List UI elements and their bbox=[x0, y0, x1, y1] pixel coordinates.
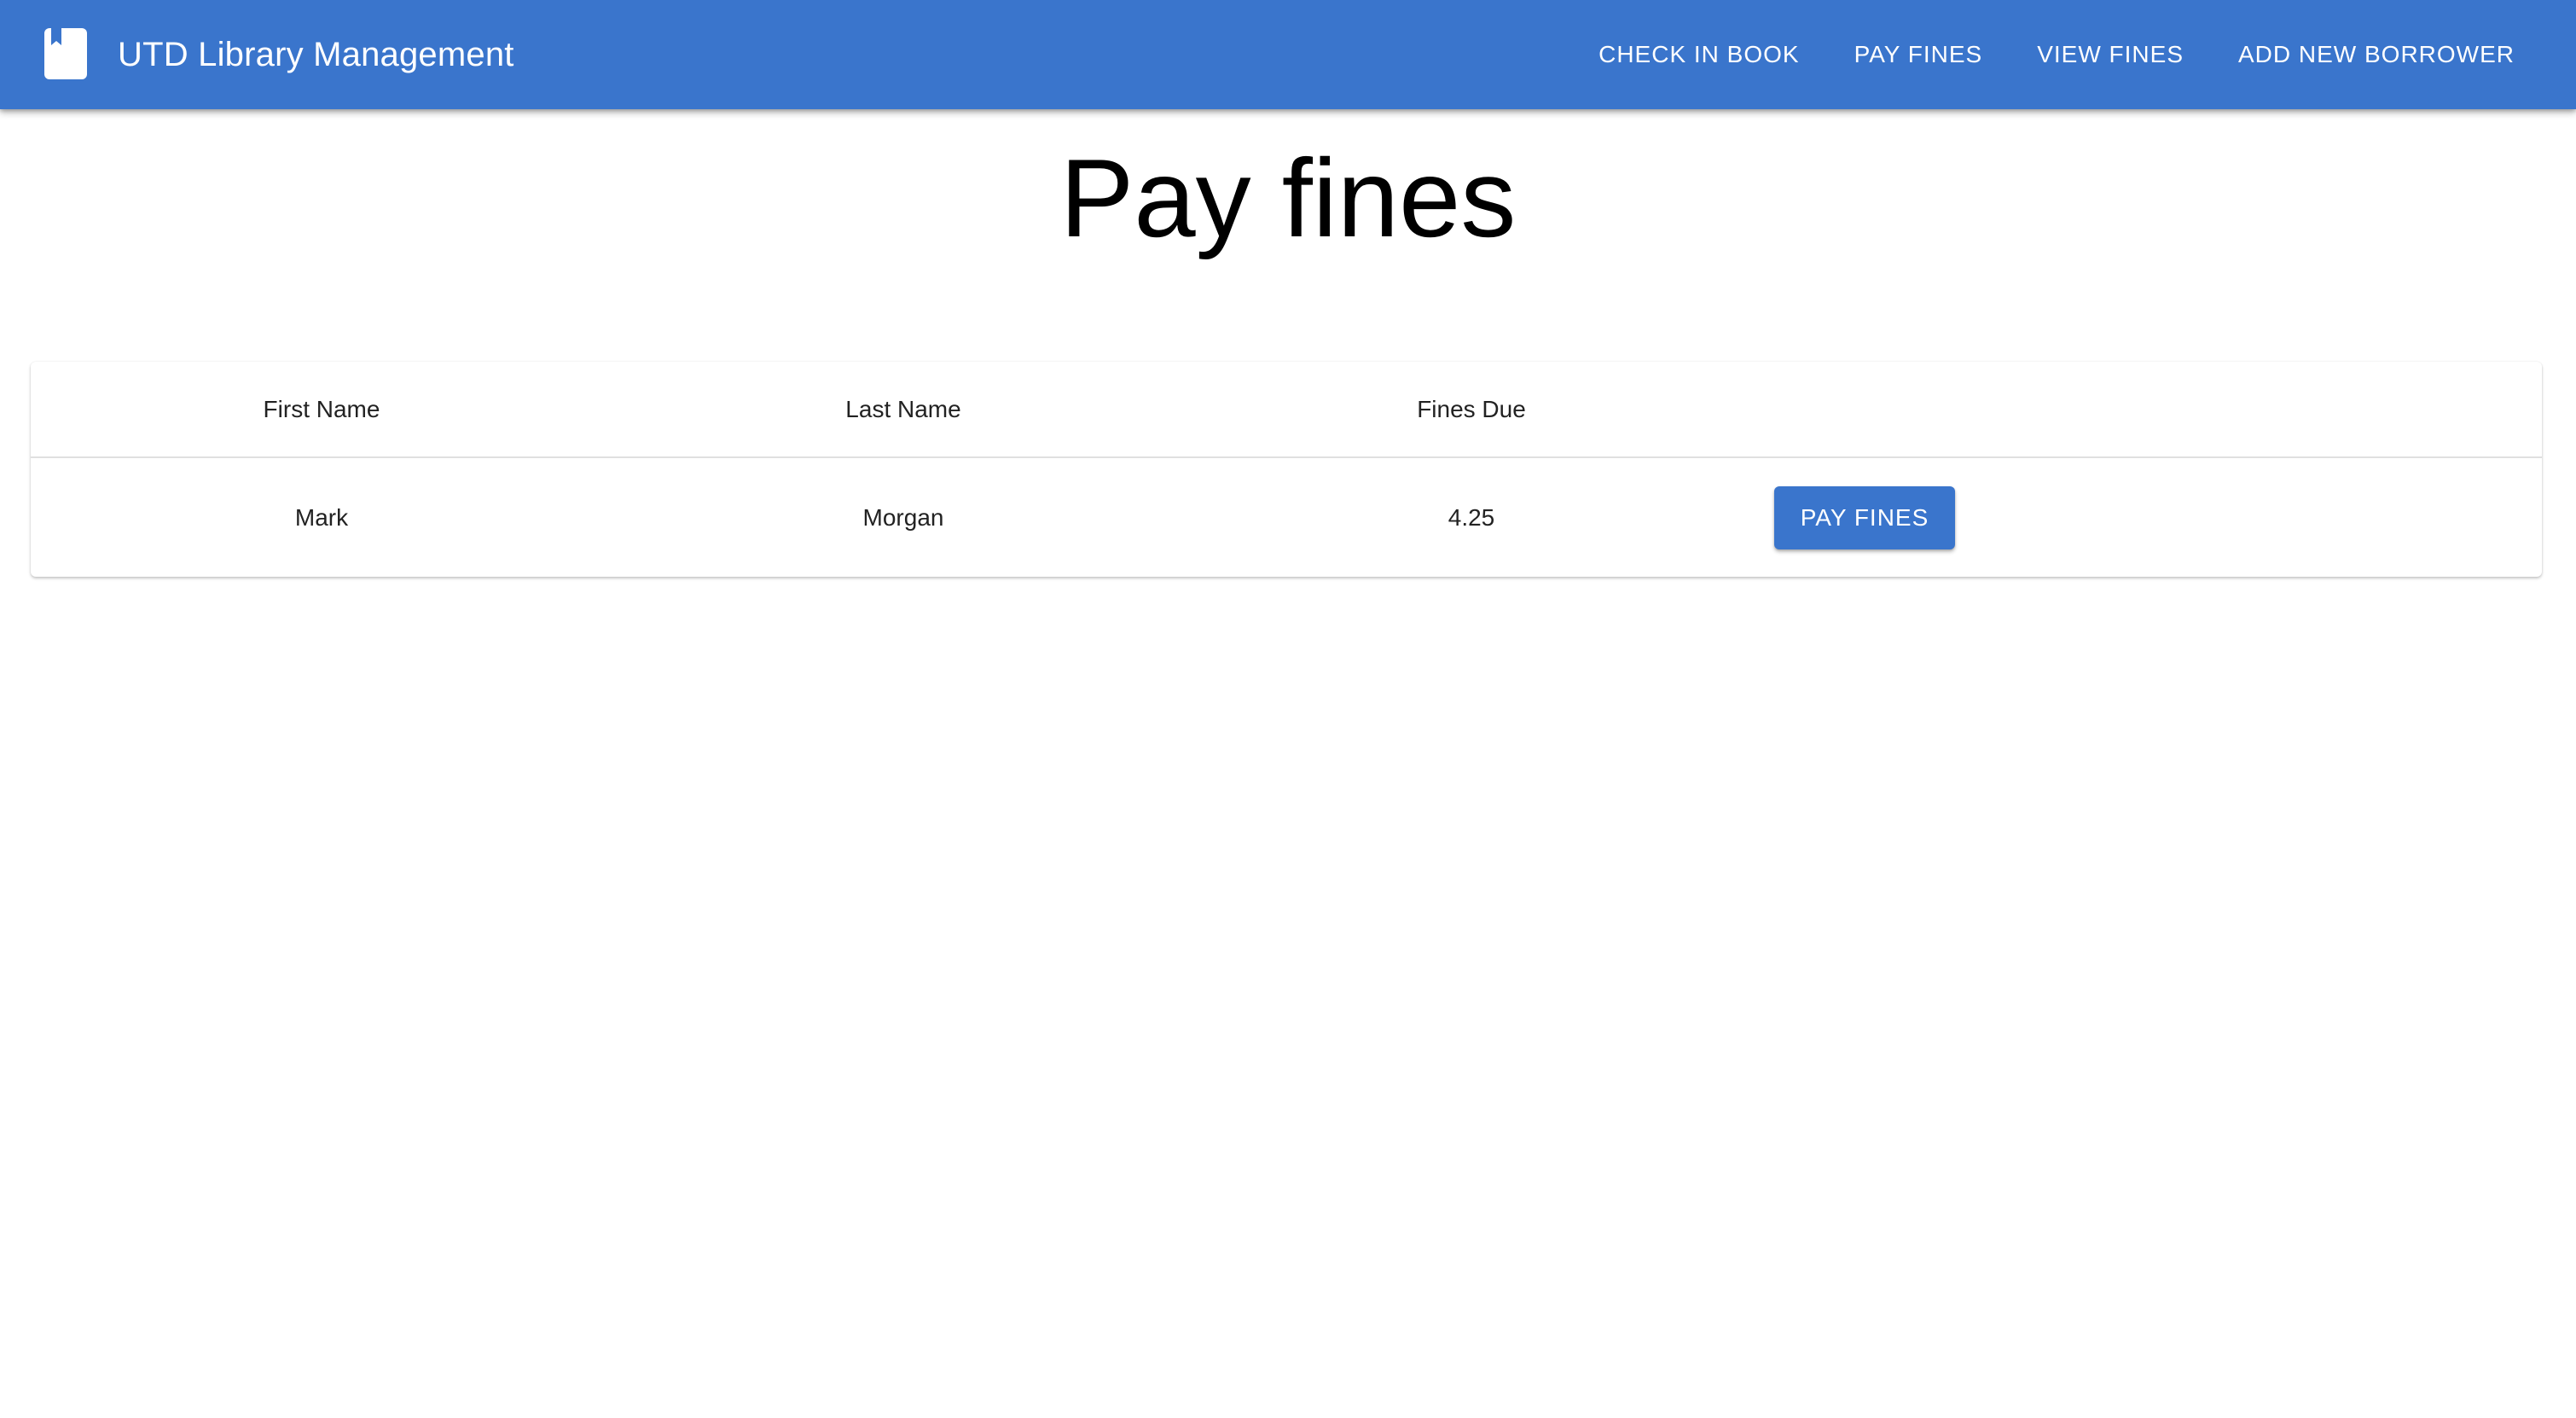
pay-fines-button[interactable]: PAY FINES bbox=[1774, 485, 1955, 549]
page-title: Pay fines bbox=[1059, 136, 1517, 260]
nav-pay-fines[interactable]: PAY FINES bbox=[1827, 24, 2010, 85]
fines-table: First Name Last Name Fines Due Mark Morg… bbox=[31, 362, 2542, 577]
cell-fines-due: 4.25 bbox=[1448, 503, 1495, 531]
table-row: Mark Morgan 4.25 PAY FINES bbox=[31, 457, 2542, 577]
table-header: First Name Last Name Fines Due bbox=[31, 362, 2542, 458]
table-body: Mark Morgan 4.25 PAY FINES bbox=[31, 457, 2542, 577]
book-icon bbox=[44, 28, 87, 79]
column-header-first-name: First Name bbox=[31, 362, 612, 458]
column-header-fines-due: Fines Due bbox=[1194, 362, 1749, 458]
cell-first-name: Mark bbox=[294, 503, 349, 531]
cell-action: PAY FINES bbox=[1749, 457, 2542, 577]
table-header-row: First Name Last Name Fines Due bbox=[31, 362, 2542, 458]
cell-last-name: Morgan bbox=[862, 503, 944, 531]
nav-check-in-book[interactable]: CHECK IN BOOK bbox=[1571, 24, 1826, 85]
nav-add-new-borrower[interactable]: ADD NEW BORROWER bbox=[2211, 24, 2542, 85]
app-bar: UTD Library Management CHECK IN BOOK PAY… bbox=[0, 0, 2576, 109]
top-nav: CHECK IN BOOK PAY FINES VIEW FINES ADD N… bbox=[1571, 0, 2542, 109]
app-title: UTD Library Management bbox=[118, 36, 514, 73]
column-header-last-name: Last Name bbox=[612, 362, 1194, 458]
nav-view-fines[interactable]: VIEW FINES bbox=[2010, 24, 2211, 85]
fines-table-card: First Name Last Name Fines Due Mark Morg… bbox=[31, 362, 2542, 577]
column-header-action bbox=[1749, 362, 2542, 458]
